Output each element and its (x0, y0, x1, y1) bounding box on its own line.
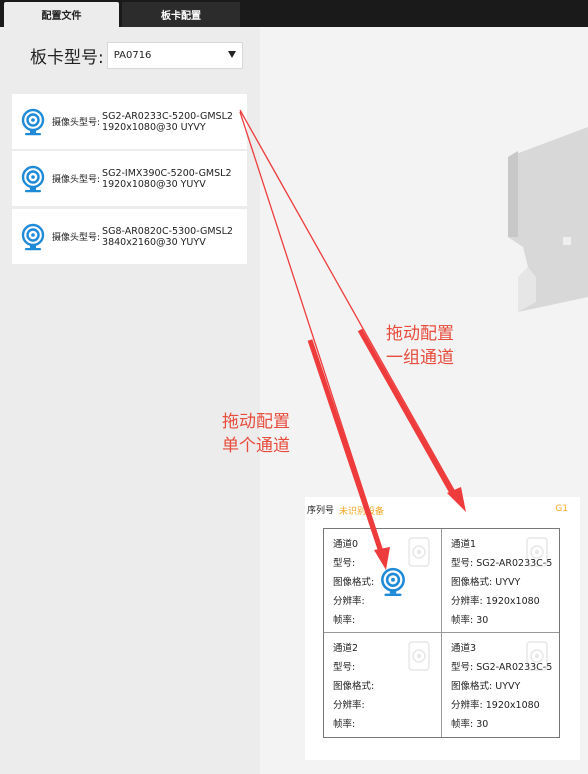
camera-format: 3840x2160@30 YUYV (102, 236, 206, 248)
tab-bar: 配置文件 板卡配置 (0, 0, 588, 27)
resolution-label: 分辨率: (451, 700, 483, 711)
camera-placeholder-icon (408, 537, 430, 567)
tab-config-file[interactable]: 配置文件 (4, 2, 119, 27)
webcam-icon (21, 108, 45, 135)
group-label: G1 (555, 504, 568, 514)
hint-line: 拖动配置 (222, 412, 290, 432)
fps-label: 帧率: (451, 615, 474, 626)
camera-model: SG2-IMX390C-5200-GMSL2 (102, 167, 232, 179)
camera-model: SG8-AR0820C-5300-GMSL2 (102, 225, 233, 237)
board-bracket-illustration (508, 127, 588, 312)
resolution-value: 1920x1080 (485, 700, 540, 711)
format-label: 图像格式: (333, 577, 375, 588)
board-model-value: PA0716 (113, 50, 152, 61)
channel-slot-3[interactable]: 通道3 型号: SG2-AR0233C-5 图像格式: UYVY 分辨率: 19… (442, 633, 560, 737)
camera-placeholder-icon (526, 641, 548, 671)
fps-value: 30 (476, 719, 489, 730)
serial-label: 序列号 (307, 506, 335, 516)
board-model-row: 板卡型号: PA0716 (30, 42, 243, 69)
camera-model-label: 摄像头型号: (52, 118, 101, 128)
resolution-label: 分辨率: (333, 596, 365, 607)
camera-item[interactable]: 摄像头型号: SG2-AR0233C-5200-GMSL2 1920x1080@… (12, 94, 247, 149)
webcam-icon (21, 165, 45, 192)
camera-model-label: 摄像头型号: (52, 175, 101, 185)
format-label: 图像格式: (451, 681, 493, 692)
camera-item[interactable]: 摄像头型号: SG2-IMX390C-5200-GMSL2 1920x1080@… (12, 151, 247, 206)
dragged-webcam-icon[interactable] (378, 567, 408, 599)
resolution-label: 分辨率: (333, 700, 365, 711)
camera-model: SG2-AR0233C-5200-GMSL2 (102, 110, 233, 122)
model-label: 型号: (333, 662, 356, 673)
fps-label: 帧率: (333, 719, 356, 730)
format-value: UYVY (495, 681, 521, 692)
drag-group-hint: 拖动配置 一组通道 (386, 322, 454, 370)
serial-value: 未识别设备 (339, 507, 385, 517)
channel-slot-2[interactable]: 通道2 型号: 图像格式: 分辨率: 帧率: (324, 633, 442, 737)
format-label: 图像格式: (333, 681, 375, 692)
hint-line: 单个通道 (222, 436, 290, 456)
model-label: 型号: (451, 558, 474, 569)
channel-slot-1[interactable]: 通道1 型号: SG2-AR0233C-5 图像格式: UYVY 分辨率: 19… (442, 529, 560, 633)
model-label: 型号: (333, 558, 356, 569)
tab-board-config[interactable]: 板卡配置 (122, 2, 240, 27)
board-model-label: 板卡型号: (30, 48, 104, 68)
board-card: 序列号 未识别设备 G1 通道0 型号: 图像格式: 分辨率: 帧率: 通道1 … (305, 497, 580, 760)
hint-line: 拖动配置 (386, 324, 454, 344)
chevron-down-icon (227, 51, 236, 58)
hint-line: 一组通道 (386, 348, 454, 368)
camera-format: 1920x1080@30 UYVY (102, 121, 206, 133)
fps-label: 帧率: (333, 615, 356, 626)
camera-format: 1920x1080@30 YUYV (102, 178, 206, 190)
fps-label: 帧率: (451, 719, 474, 730)
camera-item[interactable]: 摄像头型号: SG8-AR0820C-5300-GMSL2 3840x2160@… (12, 209, 247, 264)
model-label: 型号: (451, 662, 474, 673)
board-model-select[interactable]: PA0716 (106, 42, 243, 69)
channel-grid: 通道0 型号: 图像格式: 分辨率: 帧率: 通道1 型号: SG2-AR023… (323, 528, 560, 738)
camera-placeholder-icon (526, 537, 548, 567)
fps-value: 30 (476, 615, 489, 626)
format-value: UYVY (495, 577, 521, 588)
drag-single-hint: 拖动配置 单个通道 (222, 410, 290, 458)
camera-placeholder-icon (408, 641, 430, 671)
camera-list-panel: 板卡型号: PA0716 摄像头型号: SG2-AR0233C-5200-GMS… (0, 27, 258, 774)
resolution-label: 分辨率: (451, 596, 483, 607)
camera-model-label: 摄像头型号: (52, 233, 101, 243)
resolution-value: 1920x1080 (485, 596, 540, 607)
format-label: 图像格式: (451, 577, 493, 588)
webcam-icon (21, 223, 45, 250)
